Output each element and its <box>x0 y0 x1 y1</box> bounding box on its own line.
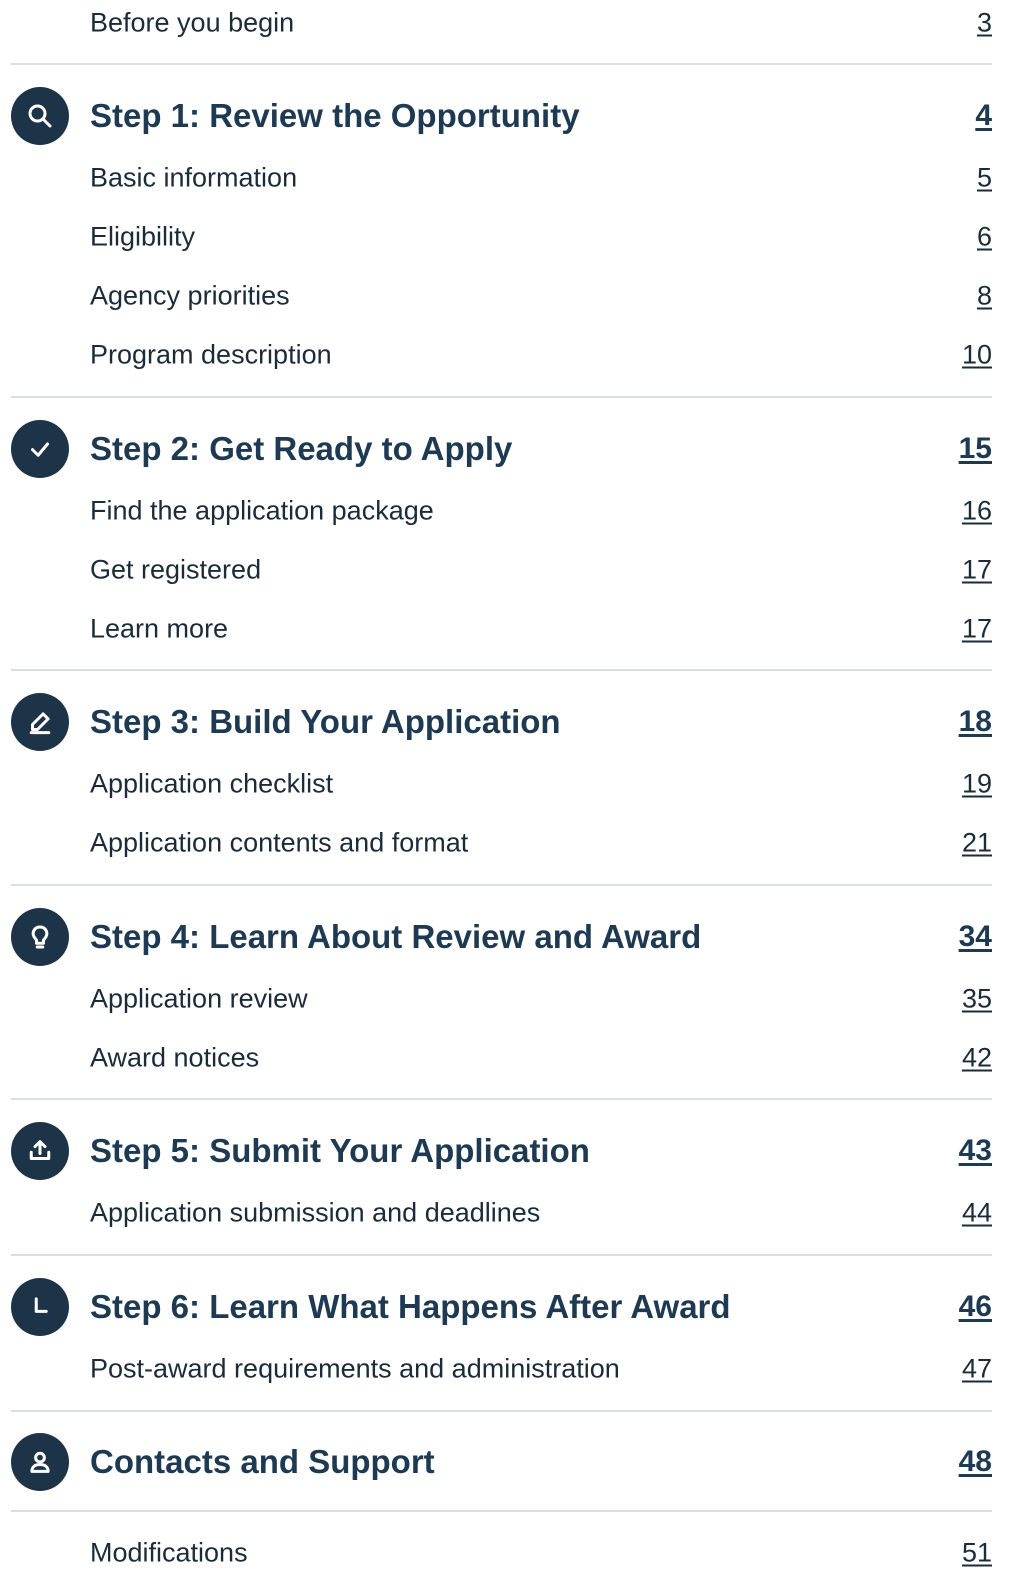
toc-entry-label: Get registered <box>90 554 262 585</box>
toc-page-link[interactable]: 42 <box>962 1043 992 1074</box>
toc-entry-label: Find the application package <box>90 495 434 526</box>
section-divider <box>11 1510 992 1512</box>
section-divider <box>11 1254 992 1256</box>
section-divider <box>11 1098 992 1100</box>
toc-heading-label: Step 2: Get Ready to Apply <box>90 430 513 467</box>
toc-entry-label: Agency priorities <box>90 280 290 311</box>
toc-entry-program-description[interactable]: Program description 10 <box>0 330 1014 380</box>
toc-entry-label: Award notices <box>90 1042 260 1073</box>
check-icon <box>11 420 69 478</box>
toc-heading-step-2[interactable]: Step 2: Get Ready to Apply 15 <box>0 414 1014 484</box>
lightbulb-icon <box>11 908 69 966</box>
section-divider <box>11 1410 992 1412</box>
toc-entry-label: Application submission and deadlines <box>90 1197 541 1228</box>
section-divider <box>11 396 992 398</box>
toc-entry-label: Basic information <box>90 162 298 193</box>
toc-page-link[interactable]: 5 <box>977 163 992 194</box>
toc-page-link[interactable]: 17 <box>962 614 992 645</box>
toc-page-link[interactable]: 17 <box>962 555 992 586</box>
toc-page-link[interactable]: 8 <box>977 281 992 312</box>
upload-icon <box>11 1122 69 1180</box>
toc-page-link[interactable]: 51 <box>962 1538 992 1569</box>
section-divider <box>11 63 992 65</box>
toc-entry-label: Learn more <box>90 613 229 644</box>
toc-entry-before-you-begin[interactable]: Before you begin 3 <box>0 0 1014 48</box>
toc-heading-step-3[interactable]: Step 3: Build Your Application 18 <box>0 687 1014 757</box>
toc-page-link[interactable]: 46 <box>959 1290 992 1324</box>
toc-heading-contacts[interactable]: Contacts and Support 48 <box>0 1427 1014 1497</box>
toc-heading-label: Step 4: Learn About Review and Award <box>90 918 702 955</box>
toc-entry-application-review[interactable]: Application review 35 <box>0 974 1014 1024</box>
toc-page-link[interactable]: 19 <box>962 769 992 800</box>
toc-entry-label: Application review <box>90 983 308 1014</box>
toc-page-link[interactable]: 48 <box>959 1445 992 1479</box>
toc-entry-application-contents[interactable]: Application contents and format 21 <box>0 818 1014 868</box>
toc-entry-label: Application checklist <box>90 768 334 799</box>
toc-entry-agency-priorities[interactable]: Agency priorities 8 <box>0 271 1014 321</box>
toc-entry-modifications[interactable]: Modifications 51 <box>0 1528 1014 1578</box>
toc-entry-label: Modifications <box>90 1537 248 1568</box>
toc-heading-step-1[interactable]: Step 1: Review the Opportunity 4 <box>0 81 1014 151</box>
toc-page-link[interactable]: 16 <box>962 496 992 527</box>
toc-entry-application-submission[interactable]: Application submission and deadlines 44 <box>0 1188 1014 1238</box>
toc-heading-step-4[interactable]: Step 4: Learn About Review and Award 34 <box>0 902 1014 972</box>
toc-entry-basic-information[interactable]: Basic information 5 <box>0 153 1014 203</box>
toc-entry-label: Application contents and format <box>90 827 469 858</box>
toc-entry-application-checklist[interactable]: Application checklist 19 <box>0 759 1014 809</box>
clock-icon <box>11 1278 69 1336</box>
toc-heading-label: Step 1: Review the Opportunity <box>90 97 580 134</box>
toc-page-link[interactable]: 3 <box>977 8 992 39</box>
toc-entry-award-notices[interactable]: Award notices 42 <box>0 1033 1014 1083</box>
toc-entry-eligibility[interactable]: Eligibility 6 <box>0 212 1014 262</box>
toc-page-link[interactable]: 6 <box>977 222 992 253</box>
toc-page-link[interactable]: 44 <box>962 1198 992 1229</box>
toc-heading-label: Step 6: Learn What Happens After Award <box>90 1288 731 1325</box>
toc-heading-label: Step 5: Submit Your Application <box>90 1132 590 1169</box>
toc-page-link[interactable]: 18 <box>959 705 992 739</box>
toc-entry-label: Post-award requirements and administrati… <box>90 1353 620 1384</box>
toc-page-link[interactable]: 35 <box>962 984 992 1015</box>
section-divider <box>11 669 992 671</box>
toc-page-link[interactable]: 47 <box>962 1354 992 1385</box>
toc-page-link[interactable]: 21 <box>962 828 992 859</box>
toc-page-link[interactable]: 34 <box>959 920 992 954</box>
toc-entry-learn-more[interactable]: Learn more 17 <box>0 604 1014 654</box>
pencil-icon <box>11 693 69 751</box>
toc-heading-label: Step 3: Build Your Application <box>90 703 561 740</box>
toc-entry-post-award[interactable]: Post-award requirements and administrati… <box>0 1344 1014 1394</box>
section-divider <box>11 884 992 886</box>
toc-page-link[interactable]: 43 <box>959 1134 992 1168</box>
toc-heading-label: Contacts and Support <box>90 1443 435 1480</box>
search-icon <box>11 87 69 145</box>
person-icon <box>11 1433 69 1491</box>
toc-heading-step-6[interactable]: Step 6: Learn What Happens After Award 4… <box>0 1272 1014 1342</box>
toc-page-link[interactable]: 15 <box>959 432 992 466</box>
toc-heading-step-5[interactable]: Step 5: Submit Your Application 43 <box>0 1116 1014 1186</box>
toc-entry-label: Eligibility <box>90 221 196 252</box>
table-of-contents: Before you begin 3 Step 1: Review the Op… <box>0 0 1014 1593</box>
toc-page-link[interactable]: 4 <box>975 99 992 133</box>
toc-entry-get-registered[interactable]: Get registered 17 <box>0 545 1014 595</box>
toc-entry-find-application-package[interactable]: Find the application package 16 <box>0 486 1014 536</box>
toc-entry-label: Program description <box>90 339 332 370</box>
toc-entry-label: Before you begin <box>90 7 295 38</box>
toc-page-link[interactable]: 10 <box>962 340 992 371</box>
